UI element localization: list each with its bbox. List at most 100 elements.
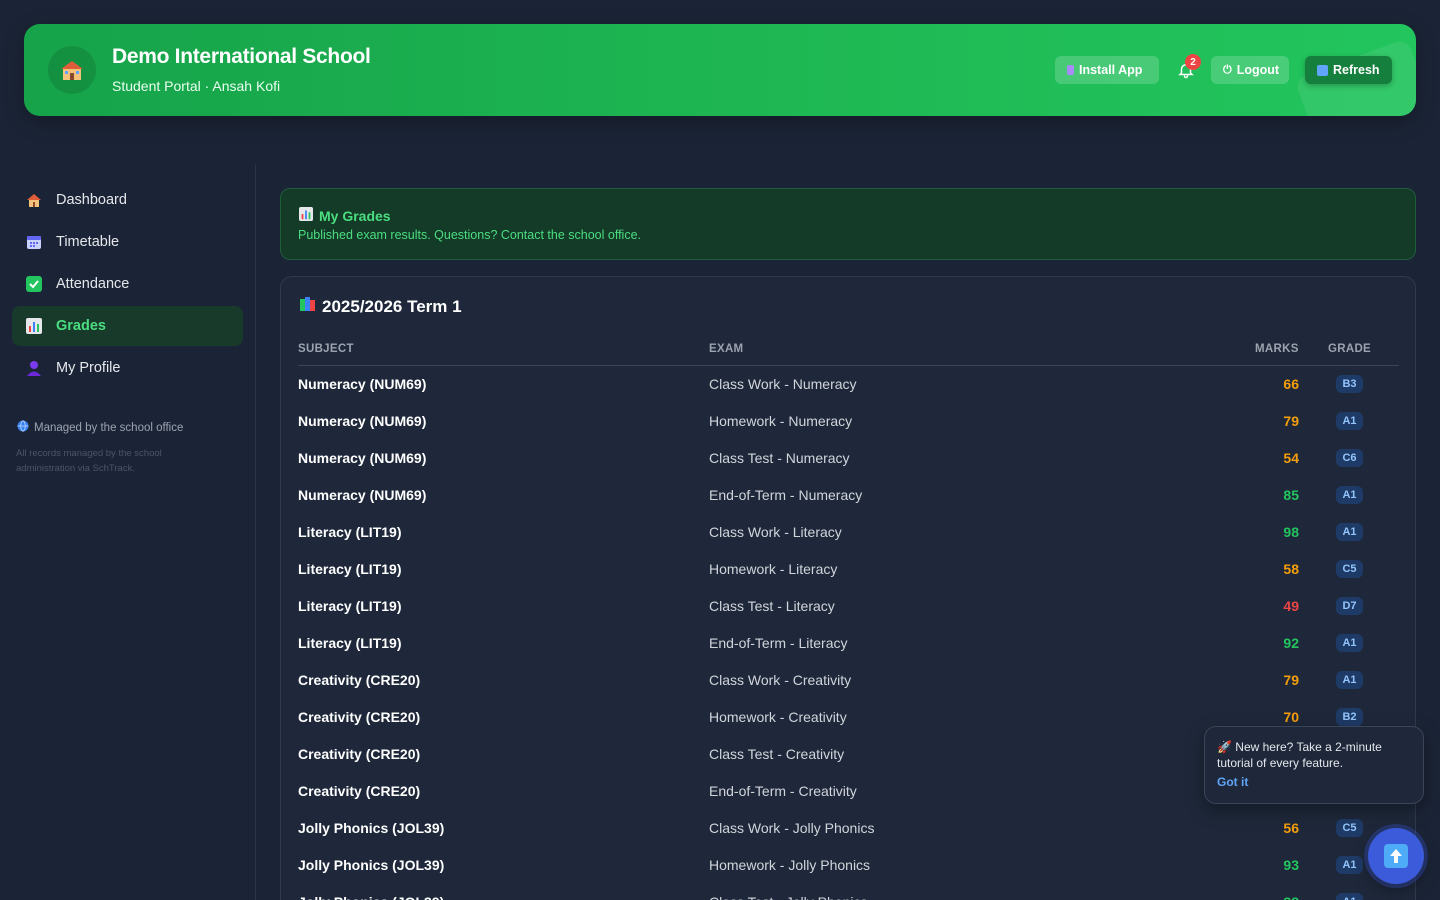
column-header-grade: GRADE: [1328, 343, 1372, 355]
marks-cell: 85: [1283, 487, 1299, 503]
subject-cell: Literacy (LIT19): [298, 635, 402, 651]
marks-cell: 56: [1283, 820, 1299, 836]
grade-badge: A1: [1336, 893, 1363, 900]
refresh-button[interactable]: Refresh: [1305, 56, 1392, 84]
subject-cell: Literacy (LIT19): [298, 524, 402, 540]
subject-cell: Literacy (LIT19): [298, 561, 402, 577]
exam-cell: Homework - Literacy: [709, 561, 838, 577]
sidebar-item-label: Timetable: [56, 234, 120, 250]
my-grades-title-text: My Grades: [319, 207, 391, 224]
subject-cell: Creativity (CRE20): [298, 672, 421, 688]
marks-cell: 70: [1283, 709, 1299, 725]
bar-chart-icon: [26, 318, 42, 334]
sidebar: Dashboard Timetable Attendance Grades My…: [0, 164, 256, 900]
table-row: Literacy (LIT19) Class Work - Literacy 98 A…: [281, 514, 1417, 551]
subject-cell: Jolly Phonics (JOL39): [298, 820, 445, 836]
marks-cell: 98: [1283, 524, 1299, 540]
sidebar-item-grades[interactable]: Grades: [12, 306, 243, 346]
grade-badge: B2: [1336, 708, 1363, 726]
sidebar-item-label: My Profile: [56, 360, 121, 376]
grade-badge: A1: [1336, 486, 1363, 504]
tutorial-dismiss-button[interactable]: Got it: [1217, 775, 1248, 789]
exam-cell: End-of-Term - Creativity: [709, 783, 857, 799]
sidebar-item-my-profile[interactable]: My Profile: [12, 348, 243, 388]
tutorial-popup: 🚀 New here? Take a 2-minute tutorial of …: [1204, 726, 1424, 804]
exam-cell: Homework - Numeracy: [709, 413, 853, 429]
marks-cell: 66: [1283, 376, 1299, 392]
tutorial-text: 🚀 New here? Take a 2-minute tutorial of …: [1217, 739, 1411, 771]
marks-cell: 49: [1283, 598, 1299, 614]
sidebar-item-attendance[interactable]: Attendance: [12, 264, 243, 304]
portal-subtitle: Student Portal · Ansah Kofi: [112, 78, 281, 94]
phone-icon: [1067, 65, 1074, 75]
school-name: Demo International School: [112, 45, 371, 68]
column-header-exam: EXAM: [709, 343, 744, 355]
subject-cell: Numeracy (NUM69): [298, 450, 427, 466]
table-row: Jolly Phonics (JOL39) Homework - Jolly Ph…: [281, 847, 1417, 884]
exam-cell: End-of-Term - Numeracy: [709, 487, 863, 503]
table-row: Numeracy (NUM69) Class Work - Numeracy 66 B…: [281, 366, 1417, 403]
table-row: Jolly Phonics (JOL39) Class Test - Jolly …: [281, 884, 1417, 900]
table-row: Literacy (LIT19) End-of-Term - Literacy 92…: [281, 625, 1417, 662]
grade-badge: C5: [1336, 819, 1363, 837]
table-row: Numeracy (NUM69) End-of-Term - Numeracy 85…: [281, 477, 1417, 514]
exam-cell: End-of-Term - Literacy: [709, 635, 848, 651]
grade-badge: A1: [1336, 671, 1363, 689]
scroll-to-top-button[interactable]: [1368, 828, 1424, 884]
refresh-label: Refresh: [1333, 63, 1380, 77]
table-row: Literacy (LIT19) Homework - Literacy 58 C5: [281, 551, 1417, 588]
install-app-label: Install App: [1079, 63, 1143, 77]
rocket-icon: 🚀: [1217, 740, 1232, 754]
table-row: Numeracy (NUM69) Class Test - Numeracy 54 C…: [281, 440, 1417, 477]
managed-title: Managed by the school office: [34, 421, 184, 434]
marks-cell: 93: [1283, 857, 1299, 873]
marks-cell: 54: [1283, 450, 1299, 466]
sidebar-item-label: Dashboard: [56, 192, 127, 208]
app-header: Demo International School Student Portal…: [24, 24, 1416, 116]
subject-cell: Literacy (LIT19): [298, 598, 402, 614]
subject-cell: Jolly Phonics (JOL39): [298, 857, 445, 873]
marks-cell: 92: [1283, 635, 1299, 651]
exam-cell: Class Work - Jolly Phonics: [709, 820, 875, 836]
grade-badge: B3: [1336, 375, 1363, 393]
table-row: Creativity (CRE20) Class Work - Creativit…: [281, 662, 1417, 699]
logout-button[interactable]: ⏻ Logout: [1211, 56, 1289, 84]
grade-badge: D7: [1336, 597, 1363, 615]
sidebar-item-dashboard[interactable]: Dashboard: [12, 180, 243, 220]
grade-badge: A1: [1336, 412, 1363, 430]
managed-subtext: All records managed by the school admini…: [16, 448, 162, 474]
power-icon: ⏻: [1223, 63, 1232, 76]
marks-cell: 88: [1241, 894, 1299, 900]
subject-cell: Numeracy (NUM69): [298, 413, 427, 429]
column-header-marks: MARKS: [1255, 343, 1299, 355]
checkbox-icon: [26, 276, 42, 292]
notification-count-badge: 2: [1185, 54, 1201, 70]
exam-cell: Homework - Jolly Phonics: [709, 857, 871, 873]
marks-cell: 79: [1283, 413, 1299, 429]
subject-cell: Creativity (CRE20): [298, 709, 421, 725]
my-grades-banner: My Grades Published exam results. Questi…: [280, 188, 1416, 260]
tutorial-message: New here? Take a 2-minute tutorial of ev…: [1217, 740, 1382, 770]
my-grades-subtitle: Published exam results. Questions? Conta…: [298, 228, 642, 242]
refresh-icon: [1317, 64, 1328, 76]
grade-badge: C5: [1336, 560, 1363, 578]
exam-cell: Class Work - Numeracy: [709, 376, 857, 392]
sidebar-item-label: Grades: [56, 318, 106, 334]
grade-badge: A1: [1336, 523, 1363, 541]
table-row: Literacy (LIT19) Class Test - Literacy 49 D…: [281, 588, 1417, 625]
subject-cell: Creativity (CRE20): [298, 746, 421, 762]
my-grades-title: My Grades: [299, 207, 391, 224]
sidebar-item-timetable[interactable]: Timetable: [12, 222, 243, 262]
globe-icon: [17, 420, 29, 435]
grade-badge: A1: [1336, 634, 1363, 652]
managed-note: Managed by the school office: [17, 420, 183, 435]
column-header-subject: SUBJECT: [298, 343, 354, 355]
bar-chart-icon: [299, 207, 313, 224]
subject-cell: Numeracy (NUM69): [298, 376, 427, 392]
exam-cell: Class Test - Creativity: [709, 746, 845, 762]
grade-badge: C6: [1336, 449, 1363, 467]
exam-cell: Homework - Creativity: [709, 709, 847, 725]
install-app-button[interactable]: Install App: [1055, 56, 1159, 84]
grade-badge: A1: [1336, 856, 1363, 874]
person-icon: [26, 360, 42, 376]
